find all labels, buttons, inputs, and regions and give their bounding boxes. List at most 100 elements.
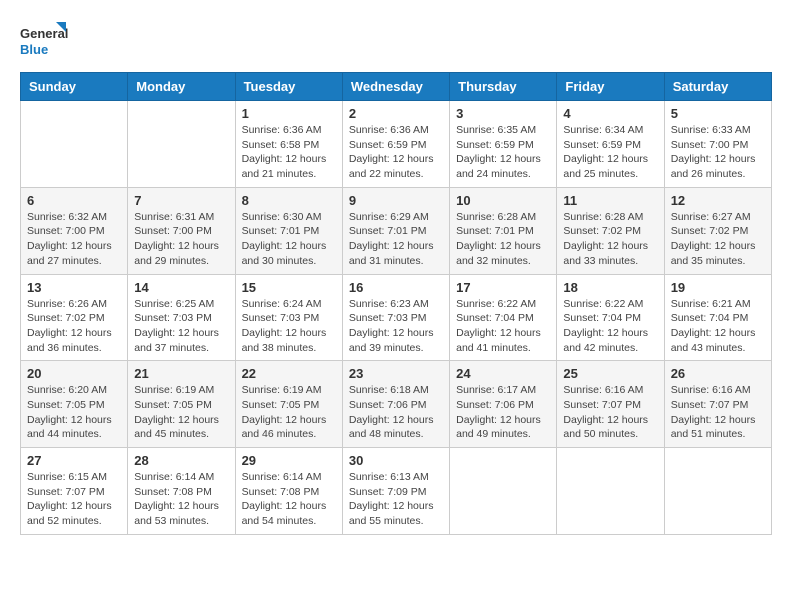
weekday-header: Sunday — [21, 73, 128, 101]
page-header: General Blue — [20, 20, 772, 62]
day-info: Sunrise: 6:32 AM Sunset: 7:00 PM Dayligh… — [27, 210, 121, 269]
weekday-header: Thursday — [450, 73, 557, 101]
logo: General Blue — [20, 20, 70, 62]
day-info: Sunrise: 6:26 AM Sunset: 7:02 PM Dayligh… — [27, 297, 121, 356]
day-number: 24 — [456, 366, 550, 381]
day-info: Sunrise: 6:28 AM Sunset: 7:01 PM Dayligh… — [456, 210, 550, 269]
weekday-header: Monday — [128, 73, 235, 101]
day-number: 14 — [134, 280, 228, 295]
weekday-header: Tuesday — [235, 73, 342, 101]
calendar-cell: 14Sunrise: 6:25 AM Sunset: 7:03 PM Dayli… — [128, 274, 235, 361]
day-number: 15 — [242, 280, 336, 295]
day-number: 9 — [349, 193, 443, 208]
calendar-cell: 15 Sunrise: 6:24 AM Sunset: 7:03 PM Dayli… — [235, 274, 342, 361]
day-info: Sunrise: 6:31 AM Sunset: 7:00 PM Dayligh… — [134, 210, 228, 269]
calendar-cell — [664, 448, 771, 535]
day-info: Sunrise: 6:17 AM Sunset: 7:06 PM Dayligh… — [456, 383, 550, 442]
calendar-cell: 28 Sunrise: 6:14 AM Sunset: 7:08 PM Dayli… — [128, 448, 235, 535]
calendar-cell — [21, 101, 128, 188]
day-number: 23 — [349, 366, 443, 381]
day-number: 19 — [671, 280, 765, 295]
day-info: Sunrise: 6:27 AM Sunset: 7:02 PM Dayligh… — [671, 210, 765, 269]
calendar-cell: 5 Sunrise: 6:33 AM Sunset: 7:00 PM Daylig… — [664, 101, 771, 188]
calendar-cell: 8 Sunrise: 6:30 AM Sunset: 7:01 PM Daylig… — [235, 187, 342, 274]
calendar-cell: 21Sunrise: 6:19 AM Sunset: 7:05 PM Dayli… — [128, 361, 235, 448]
calendar-cell: 10 Sunrise: 6:28 AM Sunset: 7:01 PM Dayli… — [450, 187, 557, 274]
calendar-cell: 29Sunrise: 6:14 AM Sunset: 7:08 PM Dayli… — [235, 448, 342, 535]
day-number: 29 — [242, 453, 336, 468]
calendar-cell: 26 Sunrise: 6:16 AM Sunset: 7:07 PM Dayli… — [664, 361, 771, 448]
day-number: 16 — [349, 280, 443, 295]
svg-text:Blue: Blue — [20, 42, 48, 57]
day-info: Sunrise: 6:16 AM Sunset: 7:07 PM Dayligh… — [563, 383, 657, 442]
day-info: Sunrise: 6:22 AM Sunset: 7:04 PM Dayligh… — [456, 297, 550, 356]
calendar-cell: 16 Sunrise: 6:23 AM Sunset: 7:03 PM Dayli… — [342, 274, 449, 361]
weekday-header: Saturday — [664, 73, 771, 101]
day-info: Sunrise: 6:29 AM Sunset: 7:01 PM Dayligh… — [349, 210, 443, 269]
day-number: 11 — [563, 193, 657, 208]
calendar-cell: 18Sunrise: 6:22 AM Sunset: 7:04 PM Dayli… — [557, 274, 664, 361]
day-number: 26 — [671, 366, 765, 381]
calendar-week-row: 1Sunrise: 6:36 AM Sunset: 6:58 PM Daylig… — [21, 101, 772, 188]
calendar-cell — [128, 101, 235, 188]
day-number: 7 — [134, 193, 228, 208]
day-info: Sunrise: 6:13 AM Sunset: 7:09 PM Dayligh… — [349, 470, 443, 529]
day-number: 17 — [456, 280, 550, 295]
day-number: 8 — [242, 193, 336, 208]
day-number: 10 — [456, 193, 550, 208]
calendar-cell: 20 Sunrise: 6:20 AM Sunset: 7:05 PM Dayli… — [21, 361, 128, 448]
calendar-cell: 7 Sunrise: 6:31 AM Sunset: 7:00 PM Daylig… — [128, 187, 235, 274]
day-number: 20 — [27, 366, 121, 381]
day-number: 5 — [671, 106, 765, 121]
day-number: 13 — [27, 280, 121, 295]
weekday-header: Friday — [557, 73, 664, 101]
day-info: Sunrise: 6:24 AM Sunset: 7:03 PM Dayligh… — [242, 297, 336, 356]
day-info: Sunrise: 6:36 AM Sunset: 6:59 PM Dayligh… — [349, 123, 443, 182]
calendar-table: SundayMondayTuesdayWednesdayThursdayFrid… — [20, 72, 772, 535]
calendar-cell — [450, 448, 557, 535]
day-info: Sunrise: 6:16 AM Sunset: 7:07 PM Dayligh… — [671, 383, 765, 442]
day-info: Sunrise: 6:30 AM Sunset: 7:01 PM Dayligh… — [242, 210, 336, 269]
day-info: Sunrise: 6:19 AM Sunset: 7:05 PM Dayligh… — [242, 383, 336, 442]
day-number: 30 — [349, 453, 443, 468]
day-number: 2 — [349, 106, 443, 121]
calendar-cell: 27 Sunrise: 6:15 AM Sunset: 7:07 PM Dayli… — [21, 448, 128, 535]
calendar-cell: 17 Sunrise: 6:22 AM Sunset: 7:04 PM Dayli… — [450, 274, 557, 361]
day-number: 3 — [456, 106, 550, 121]
day-info: Sunrise: 6:22 AM Sunset: 7:04 PM Dayligh… — [563, 297, 657, 356]
calendar-cell: 11Sunrise: 6:28 AM Sunset: 7:02 PM Dayli… — [557, 187, 664, 274]
calendar-cell: 23 Sunrise: 6:18 AM Sunset: 7:06 PM Dayli… — [342, 361, 449, 448]
calendar-cell: 3 Sunrise: 6:35 AM Sunset: 6:59 PM Daylig… — [450, 101, 557, 188]
calendar-cell: 24 Sunrise: 6:17 AM Sunset: 7:06 PM Dayli… — [450, 361, 557, 448]
weekday-header-row: SundayMondayTuesdayWednesdayThursdayFrid… — [21, 73, 772, 101]
calendar-cell: 1Sunrise: 6:36 AM Sunset: 6:58 PM Daylig… — [235, 101, 342, 188]
calendar-week-row: 27 Sunrise: 6:15 AM Sunset: 7:07 PM Dayli… — [21, 448, 772, 535]
svg-text:General: General — [20, 26, 68, 41]
day-info: Sunrise: 6:20 AM Sunset: 7:05 PM Dayligh… — [27, 383, 121, 442]
calendar-cell: 4 Sunrise: 6:34 AM Sunset: 6:59 PM Daylig… — [557, 101, 664, 188]
day-info: Sunrise: 6:35 AM Sunset: 6:59 PM Dayligh… — [456, 123, 550, 182]
day-number: 25 — [563, 366, 657, 381]
day-info: Sunrise: 6:33 AM Sunset: 7:00 PM Dayligh… — [671, 123, 765, 182]
day-number: 27 — [27, 453, 121, 468]
calendar-cell: 30 Sunrise: 6:13 AM Sunset: 7:09 PM Dayli… — [342, 448, 449, 535]
weekday-header: Wednesday — [342, 73, 449, 101]
day-number: 28 — [134, 453, 228, 468]
day-info: Sunrise: 6:14 AM Sunset: 7:08 PM Dayligh… — [134, 470, 228, 529]
day-info: Sunrise: 6:34 AM Sunset: 6:59 PM Dayligh… — [563, 123, 657, 182]
day-info: Sunrise: 6:23 AM Sunset: 7:03 PM Dayligh… — [349, 297, 443, 356]
calendar-cell: 13 Sunrise: 6:26 AM Sunset: 7:02 PM Dayli… — [21, 274, 128, 361]
day-number: 12 — [671, 193, 765, 208]
calendar-cell: 6Sunrise: 6:32 AM Sunset: 7:00 PM Daylig… — [21, 187, 128, 274]
calendar-cell: 19Sunrise: 6:21 AM Sunset: 7:04 PM Dayli… — [664, 274, 771, 361]
calendar-cell: 25 Sunrise: 6:16 AM Sunset: 7:07 PM Dayli… — [557, 361, 664, 448]
logo-svg: General Blue — [20, 20, 70, 62]
calendar-week-row: 13 Sunrise: 6:26 AM Sunset: 7:02 PM Dayli… — [21, 274, 772, 361]
calendar-cell — [557, 448, 664, 535]
day-info: Sunrise: 6:15 AM Sunset: 7:07 PM Dayligh… — [27, 470, 121, 529]
calendar-cell: 2 Sunrise: 6:36 AM Sunset: 6:59 PM Daylig… — [342, 101, 449, 188]
calendar-week-row: 20 Sunrise: 6:20 AM Sunset: 7:05 PM Dayli… — [21, 361, 772, 448]
day-number: 4 — [563, 106, 657, 121]
day-info: Sunrise: 6:18 AM Sunset: 7:06 PM Dayligh… — [349, 383, 443, 442]
calendar-cell: 22Sunrise: 6:19 AM Sunset: 7:05 PM Dayli… — [235, 361, 342, 448]
